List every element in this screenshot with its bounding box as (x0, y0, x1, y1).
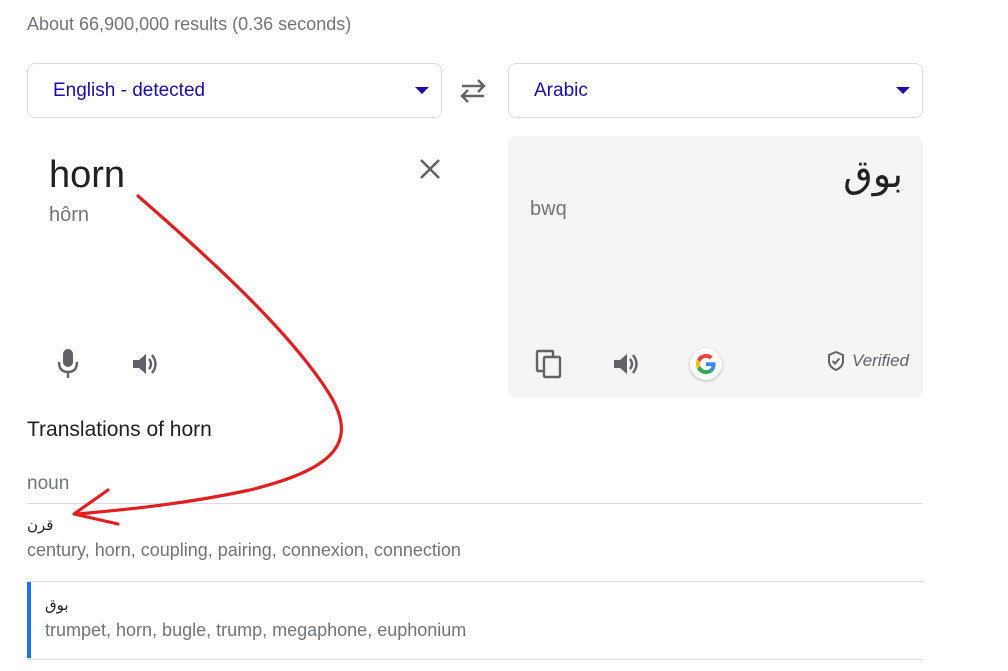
part-of-speech-label: noun (27, 473, 70, 494)
copy-button[interactable] (534, 348, 564, 380)
divider (27, 503, 923, 504)
close-icon (420, 159, 440, 179)
target-text: بوق (843, 154, 903, 196)
listen-translation-button[interactable] (610, 348, 642, 380)
shield-check-icon (827, 350, 844, 372)
translation-entry[interactable]: قرن century, horn, coupling, pairing, co… (27, 516, 923, 576)
listen-source-button[interactable] (129, 348, 161, 380)
result-stats: About 66,900,000 results (0.36 seconds) (27, 14, 352, 34)
swap-icon (460, 79, 486, 103)
verified-label: Verified (851, 351, 909, 370)
translation-entry-selected[interactable]: بوق trumpet, horn, bugle, trump, megapho… (27, 582, 923, 658)
clear-button[interactable] (415, 154, 445, 184)
target-transliteration: bwq (530, 198, 567, 220)
chevron-down-icon (896, 87, 910, 94)
chevron-down-icon (415, 87, 429, 94)
translations-heading: Translations of horn (27, 418, 212, 441)
microphone-icon (57, 349, 79, 378)
target-language-label: Arabic (534, 79, 588, 101)
copy-icon (535, 349, 562, 379)
swap-languages-button[interactable] (456, 76, 490, 106)
divider (27, 659, 923, 660)
translation-synonyms: century, horn, coupling, pairing, connex… (27, 540, 461, 560)
google-translate-button[interactable] (690, 348, 722, 380)
target-language-select[interactable]: Arabic (508, 63, 923, 118)
translation-word: بوق (45, 597, 69, 614)
source-panel: horn hôrn (27, 136, 442, 398)
microphone-button[interactable] (53, 346, 83, 380)
translation-synonyms: trumpet, horn, bugle, trump, megaphone, … (45, 620, 467, 640)
source-language-select[interactable]: English - detected (27, 63, 442, 118)
verified-badge[interactable]: Verified (826, 350, 909, 372)
target-panel: بوق bwq Verified (508, 136, 923, 398)
speaker-icon (133, 354, 157, 374)
source-language-label: English - detected (53, 79, 206, 101)
speaker-icon (614, 354, 638, 374)
source-transliteration: hôrn (49, 204, 90, 226)
google-icon (696, 354, 716, 374)
source-text-input[interactable]: horn (49, 154, 125, 197)
translation-word: قرن (27, 517, 54, 534)
